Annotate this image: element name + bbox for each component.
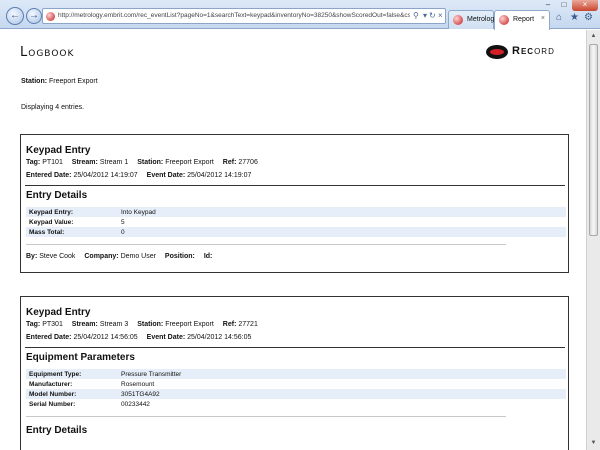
- station-value: Freeport Export: [49, 78, 98, 85]
- entry-dates-row: Entered Date: 25/04/2012 14:19:07 Event …: [26, 172, 252, 179]
- dropdown-icon[interactable]: ▾: [423, 11, 427, 20]
- table-row: Mass Total: 0: [26, 227, 566, 237]
- entry-title: Keypad Entry: [26, 145, 91, 156]
- page-favicon-icon: [46, 12, 55, 21]
- metrology-favicon-icon: [453, 15, 463, 25]
- favorites-icon[interactable]: ★: [570, 12, 579, 23]
- forward-button[interactable]: →: [26, 8, 42, 24]
- entry-user-row: By: Steve Cook Company: Demo User Positi…: [26, 253, 213, 260]
- home-icon[interactable]: ⌂: [556, 12, 562, 23]
- section-title: Equipment Parameters: [26, 352, 135, 363]
- close-tab-icon[interactable]: ×: [541, 15, 545, 22]
- stop-icon[interactable]: ×: [438, 11, 443, 20]
- gear-icon[interactable]: ⚙: [584, 12, 593, 23]
- record-logo-mark-icon: [486, 45, 508, 59]
- url-text[interactable]: http://metrology.embrit.com/rec_eventLis…: [58, 12, 410, 19]
- maximize-button[interactable]: □: [556, 0, 572, 11]
- minimize-button[interactable]: –: [540, 0, 556, 11]
- search-icon[interactable]: ⚲: [413, 11, 419, 20]
- tab-label: Report: [513, 16, 535, 23]
- back-button[interactable]: ←: [6, 7, 24, 25]
- equipment-parameters-table: Equipment Type: Pressure Transmitter Manu…: [26, 369, 566, 409]
- vertical-scrollbar[interactable]: ▲ ▼: [586, 30, 600, 450]
- divider: [25, 347, 565, 348]
- section-title: Entry Details: [26, 190, 88, 201]
- scroll-down-icon[interactable]: ▼: [588, 438, 599, 449]
- divider: [26, 416, 506, 417]
- table-row: Serial Number: 00233442: [29, 400, 150, 408]
- entry-title: Keypad Entry: [26, 307, 91, 318]
- entry-dates-row: Entered Date: 25/04/2012 14:56:05 Event …: [26, 334, 252, 341]
- logbook-logo: Logbook: [20, 45, 75, 60]
- report-favicon-icon: [499, 15, 509, 25]
- entry-details-table: Keypad Entry: Into Keypad Keypad Value: 5 …: [26, 207, 566, 237]
- scroll-thumb[interactable]: [589, 44, 598, 236]
- tab-report[interactable]: Report ×: [494, 10, 550, 30]
- entry-count-text: Displaying 4 entries.: [21, 104, 85, 111]
- page-content: Logbook Record Station: Freeport Export …: [0, 30, 586, 450]
- close-window-button[interactable]: ×: [572, 0, 598, 11]
- logbook-entry: Keypad Entry Tag: PT101 Stream: Stream 1…: [20, 134, 569, 273]
- station-line: Station: Freeport Export: [21, 78, 98, 85]
- entry-meta-row: Tag: PT301 Stream: Stream 3 Station: Fre…: [26, 321, 258, 328]
- section-title: Entry Details: [26, 425, 88, 436]
- divider: [26, 244, 506, 245]
- table-row: Equipment Type: Pressure Transmitter: [26, 369, 566, 379]
- entry-meta-row: Tag: PT101 Stream: Stream 1 Station: Fre…: [26, 159, 258, 166]
- logbook-entry: Keypad Entry Tag: PT301 Stream: Stream 3…: [20, 296, 569, 450]
- table-row: Manufacturer: Rosemount: [29, 380, 155, 388]
- refresh-icon[interactable]: ↻: [429, 11, 436, 20]
- scroll-up-icon[interactable]: ▲: [588, 31, 599, 42]
- address-bar[interactable]: http://metrology.embrit.com/rec_eventLis…: [42, 8, 446, 24]
- table-row: Keypad Entry: Into Keypad: [26, 207, 566, 217]
- browser-toolbar: ← → http://metrology.embrit.com/rec_even…: [0, 0, 600, 30]
- tab-metrology[interactable]: Metrology: [448, 10, 498, 29]
- table-row: Model Number: 3051TG4A92: [26, 389, 566, 399]
- table-row: Keypad Value: 5: [29, 218, 125, 226]
- divider: [25, 185, 565, 186]
